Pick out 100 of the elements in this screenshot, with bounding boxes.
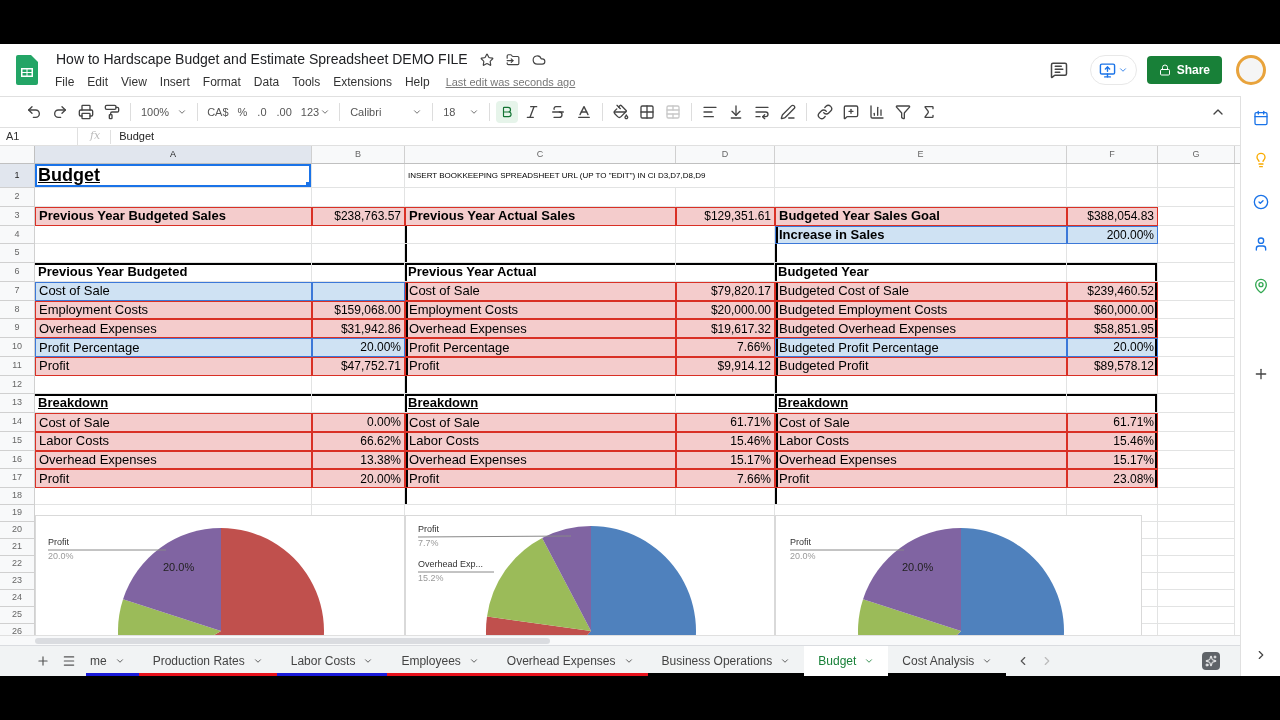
menu-item[interactable]: Format: [202, 73, 241, 91]
column-header[interactable]: B: [312, 146, 405, 163]
strikethrough-icon[interactable]: [550, 104, 567, 120]
decrease-decimals-button[interactable]: .0: [253, 103, 271, 121]
menu-item[interactable]: Help: [404, 73, 430, 91]
font-size-dropdown[interactable]: 18: [439, 103, 484, 121]
row-header[interactable]: 21: [0, 539, 35, 556]
row-header[interactable]: 5: [0, 244, 35, 263]
menu-item[interactable]: Edit: [87, 73, 109, 91]
chart-card[interactable]: Profit 7.7% Overhead Exp... 15.2%: [405, 515, 775, 635]
menu-item[interactable]: Extensions: [333, 73, 392, 91]
zoom-dropdown[interactable]: 100%: [137, 103, 192, 121]
row-header[interactable]: 20: [0, 522, 35, 539]
row-header[interactable]: 13: [0, 394, 35, 413]
column-header[interactable]: G: [1158, 146, 1235, 163]
bold-icon: [500, 105, 515, 119]
chart-label: 15.2%: [418, 574, 444, 583]
tasks-icon[interactable]: [1252, 194, 1269, 210]
menu-item[interactable]: Tools: [292, 73, 321, 91]
column-header[interactable]: D: [676, 146, 775, 163]
calendar-icon[interactable]: [1252, 110, 1269, 126]
sheet-tab[interactable]: Cost Analysis: [888, 646, 1007, 676]
column-header[interactable]: F: [1067, 146, 1158, 163]
last-edit-link[interactable]: Last edit was seconds ago: [445, 73, 576, 91]
comment-icon[interactable]: [1049, 61, 1068, 79]
row-header[interactable]: 6: [0, 263, 35, 282]
add-comment-icon[interactable]: [843, 104, 860, 120]
map-pin-icon[interactable]: [1252, 278, 1269, 294]
row-header[interactable]: 23: [0, 573, 35, 590]
chart-label: 7.7%: [418, 539, 439, 548]
link-icon[interactable]: [817, 104, 834, 120]
star-icon[interactable]: [479, 52, 494, 67]
currency-button[interactable]: CA$: [204, 103, 232, 121]
text-color-icon[interactable]: [576, 104, 593, 120]
table-cell: Profit: [35, 469, 312, 488]
undo-icon[interactable]: [26, 104, 42, 120]
cloud-icon[interactable]: [531, 52, 546, 67]
column-header[interactable]: A: [35, 146, 312, 163]
document-title[interactable]: How to Hardscape Budget and Estimate Spreadsheet DEMO FILE: [56, 49, 468, 70]
explore-button[interactable]: [1202, 652, 1220, 670]
share-button[interactable]: Share: [1146, 56, 1222, 84]
name-box[interactable]: A1: [0, 128, 78, 145]
menu-item[interactable]: Insert: [159, 73, 190, 91]
row-header[interactable]: 14: [0, 413, 35, 432]
row-header[interactable]: 19: [0, 505, 35, 522]
align-left-icon[interactable]: [702, 104, 719, 120]
chart-card[interactable]: Profit 20.0% 20.0%: [775, 515, 1142, 635]
paint-roller-icon[interactable]: [104, 104, 120, 120]
chart-label: 20.0%: [48, 552, 74, 561]
increase-decimals-button[interactable]: .00: [272, 103, 296, 121]
column-header[interactable]: C: [405, 146, 676, 163]
row-header[interactable]: 18: [0, 488, 35, 505]
menu-item[interactable]: Data: [253, 73, 280, 91]
sheet-tab[interactable]: Labor Costs: [276, 646, 388, 676]
column-header[interactable]: E: [775, 146, 1067, 163]
sheet-tab[interactable]: Budget: [804, 646, 889, 676]
table-cell: Profit Percentage: [405, 338, 676, 357]
chart-label: 20.0%: [163, 562, 195, 573]
number-format-dropdown[interactable]: 123: [297, 103, 334, 121]
sheet-tab[interactable]: me: [86, 646, 139, 676]
table-cell: 23.08%: [1067, 469, 1158, 488]
menu-item[interactable]: File: [55, 73, 75, 91]
add-sheet-icon[interactable]: [36, 654, 50, 668]
formula-field[interactable]: Budget: [119, 128, 1240, 145]
table-cell: Breakdown: [35, 394, 312, 413]
menu-item[interactable]: View: [121, 73, 147, 91]
row-header[interactable]: 9: [0, 319, 35, 338]
bold-button[interactable]: [496, 101, 519, 123]
sheet-tab[interactable]: Employees: [387, 646, 493, 676]
row-header[interactable]: 1: [0, 164, 35, 188]
row-header[interactable]: 22: [0, 556, 35, 573]
spreadsheet-logo[interactable]: [16, 55, 38, 85]
font-dropdown[interactable]: Calibri: [346, 103, 427, 121]
wrap-icon[interactable]: [754, 104, 771, 120]
folder-icon[interactable]: [505, 52, 520, 67]
table-cell: Breakdown: [775, 394, 1067, 413]
fill-color-icon[interactable]: [613, 104, 630, 120]
sheet-tab[interactable]: Overhead Expenses: [492, 646, 648, 676]
row-header[interactable]: 17: [0, 469, 35, 488]
filter-icon[interactable]: [895, 104, 912, 120]
pen-icon[interactable]: [780, 104, 797, 120]
borders-icon[interactable]: [639, 104, 656, 120]
print-icon[interactable]: [78, 104, 94, 120]
table-cell: 61.71%: [1067, 413, 1158, 432]
table-cell: 20.00%: [312, 469, 405, 488]
redo-icon[interactable]: [52, 104, 68, 120]
menu-icon[interactable]: [62, 654, 76, 668]
row-header[interactable]: 25: [0, 607, 35, 624]
sheet-tab[interactable]: Business Operations: [647, 646, 805, 676]
chart-icon[interactable]: [869, 104, 886, 120]
table-cell: Profit Percentage: [35, 338, 312, 357]
chart-card[interactable]: Profit 20.0% 20.0%: [35, 515, 405, 635]
fill-handle[interactable]: [306, 182, 311, 187]
sheet-tab[interactable]: Production Rates: [138, 646, 277, 676]
table-cell: $58,851.95: [1067, 319, 1158, 338]
scrollbar-thumb[interactable]: [35, 637, 550, 644]
row-header[interactable]: 24: [0, 590, 35, 607]
row-header[interactable]: 10: [0, 338, 35, 357]
row-header[interactable]: 2: [0, 188, 35, 207]
percent-button[interactable]: %: [233, 103, 252, 121]
